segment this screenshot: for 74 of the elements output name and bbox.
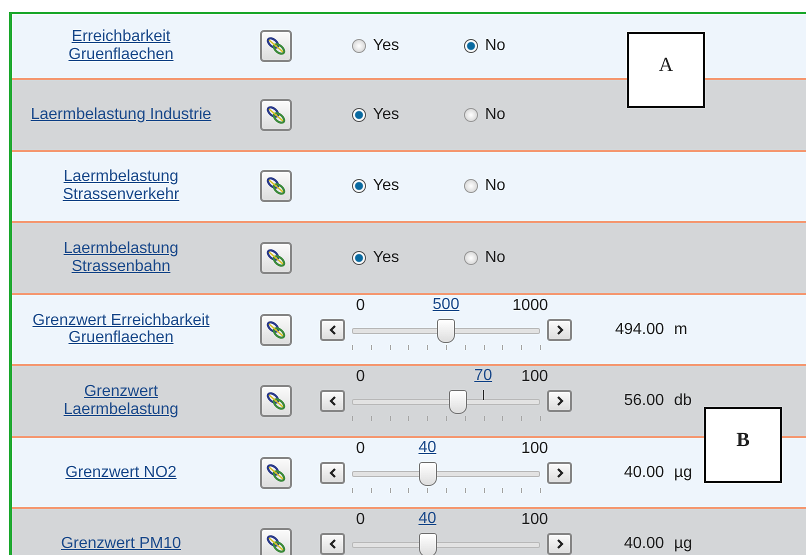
min-label: 0 xyxy=(356,368,365,386)
chain-icon xyxy=(265,104,287,126)
slider-thumb[interactable] xyxy=(449,390,468,414)
marker-label: 40 xyxy=(418,438,436,456)
min-label: 0 xyxy=(356,511,365,529)
radio-option[interactable]: Yes xyxy=(352,37,464,55)
link-button[interactable] xyxy=(260,385,292,417)
unit-text: db xyxy=(674,392,692,410)
annotation-label: B xyxy=(704,407,782,483)
increase-button[interactable] xyxy=(547,390,572,412)
slider-thumb[interactable] xyxy=(436,318,455,342)
decrease-button[interactable] xyxy=(320,390,345,412)
chain-icon xyxy=(265,35,287,57)
slider-thumb[interactable] xyxy=(419,462,438,486)
row-link[interactable]: Laermbelastung Industrie xyxy=(30,106,212,124)
decrease-button[interactable] xyxy=(320,533,345,555)
radio-option[interactable]: No xyxy=(464,248,576,267)
slider-thumb[interactable] xyxy=(419,533,438,555)
link-button[interactable] xyxy=(260,528,292,555)
max-label: 100 xyxy=(521,368,548,386)
max-label: 1000 xyxy=(512,296,548,314)
radio-option[interactable]: Yes xyxy=(352,248,464,267)
max-label: 100 xyxy=(521,440,548,458)
min-label: 0 xyxy=(356,440,365,458)
chevron-right-icon xyxy=(554,396,564,406)
marker-label: 70 xyxy=(474,367,492,385)
radio-option[interactable]: Yes xyxy=(352,106,464,124)
increase-button[interactable] xyxy=(547,462,572,484)
decrease-button[interactable] xyxy=(320,462,345,484)
link-button[interactable] xyxy=(260,170,292,202)
row-link[interactable]: Laermbelastung Strassenverkehr xyxy=(28,168,214,204)
row-link[interactable]: Grenzwert Laermbelastung xyxy=(28,383,214,418)
marker-label: 40 xyxy=(418,510,436,528)
value-text: 40.00 xyxy=(622,464,664,482)
chevron-left-icon xyxy=(328,396,338,406)
link-button[interactable] xyxy=(260,242,292,274)
chevron-left-icon xyxy=(328,539,338,549)
chain-icon xyxy=(265,175,287,198)
chain-icon xyxy=(265,533,287,555)
value-text: 494.00 xyxy=(614,320,664,338)
chain-icon xyxy=(265,318,287,340)
max-label: 100 xyxy=(521,511,548,529)
link-button[interactable] xyxy=(260,456,292,488)
decrease-button[interactable] xyxy=(320,318,345,340)
chevron-left-icon xyxy=(328,468,338,478)
chain-icon xyxy=(265,390,287,412)
increase-button[interactable] xyxy=(547,318,572,340)
unit-text: µg xyxy=(674,464,692,482)
row-link[interactable]: Grenzwert Erreichbarkeit Gruenflaechen xyxy=(28,312,214,347)
unit-text: m xyxy=(674,320,688,338)
chevron-right-icon xyxy=(554,468,564,478)
annotation-label: A xyxy=(627,32,705,108)
chain-icon xyxy=(265,462,287,484)
chain-icon xyxy=(265,246,287,269)
chevron-right-icon xyxy=(554,324,564,334)
increase-button[interactable] xyxy=(547,533,572,555)
value-text: 40.00 xyxy=(622,535,664,553)
unit-text: µg xyxy=(674,535,692,553)
link-button[interactable] xyxy=(260,30,292,62)
row-link[interactable]: Laermbelastung Strassenbahn xyxy=(28,240,214,276)
chevron-right-icon xyxy=(554,539,564,549)
value-text: 56.00 xyxy=(622,392,664,410)
marker-label: 500 xyxy=(432,296,460,314)
min-label: 0 xyxy=(356,296,365,314)
row-link[interactable]: Grenzwert NO2 xyxy=(65,464,177,482)
radio-option[interactable]: Yes xyxy=(352,177,464,196)
row-link[interactable]: Grenzwert PM10 xyxy=(60,535,182,553)
link-button[interactable] xyxy=(260,314,292,346)
radio-option[interactable]: No xyxy=(464,37,576,55)
radio-option[interactable]: No xyxy=(464,106,576,124)
radio-option[interactable]: No xyxy=(464,177,576,196)
row-link[interactable]: Erreichbarkeit Gruenflaechen xyxy=(28,28,214,64)
chevron-left-icon xyxy=(328,324,338,334)
link-button[interactable] xyxy=(260,98,292,131)
